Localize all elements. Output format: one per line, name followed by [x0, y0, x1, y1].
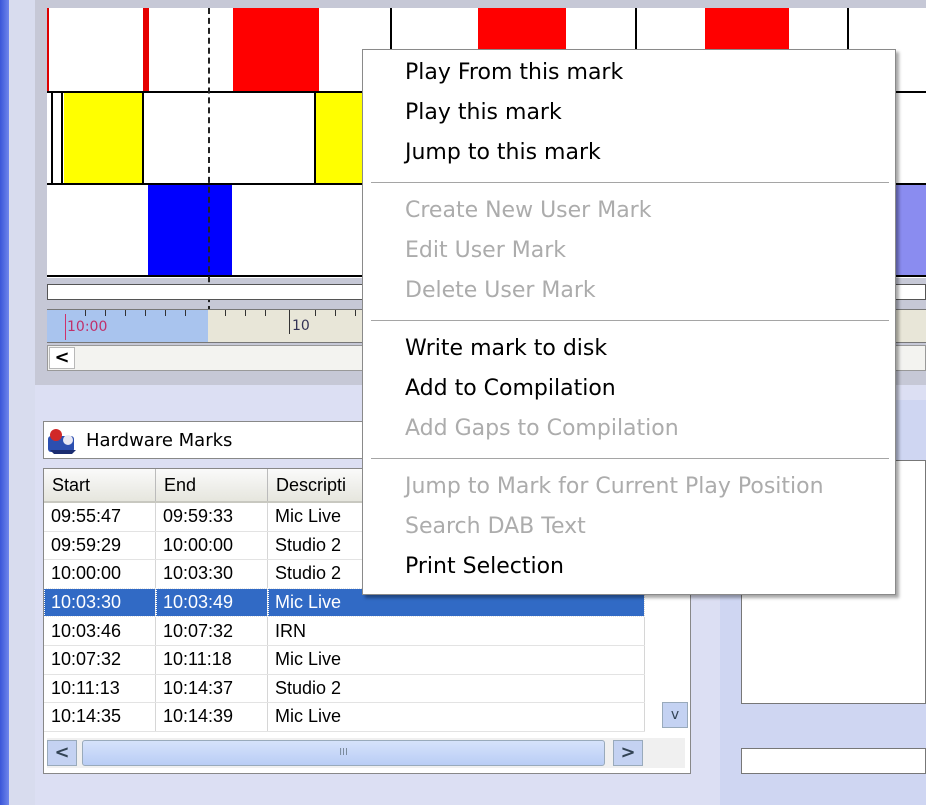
ruler-tick — [125, 310, 126, 316]
cell-desc: Mic Live — [267, 702, 645, 732]
menu-item-jump-to-this-mark[interactable]: Jump to this mark — [405, 140, 601, 165]
window-left-gutter — [9, 0, 35, 805]
track-segment-red[interactable] — [233, 8, 319, 92]
ruler-tick — [105, 310, 106, 316]
ruler-tick — [245, 310, 246, 316]
column-header-start[interactable]: Start — [44, 469, 156, 503]
cell-start: 10:03:30 — [44, 588, 156, 618]
track-divider — [142, 93, 144, 183]
right-panel-field[interactable] — [741, 748, 926, 774]
table-row[interactable]: 10:14:35 10:14:39 Mic Live — [44, 702, 645, 732]
ruler-tick — [289, 310, 290, 334]
context-menu: Play From this mark Play this mark Jump to… — [362, 49, 896, 595]
track-segment-red[interactable] — [143, 8, 149, 92]
cell-end: 10:00:00 — [155, 531, 268, 561]
track-divider — [51, 93, 53, 183]
scroll-down-arrow-icon[interactable]: v — [662, 702, 688, 728]
track-divider — [635, 8, 637, 50]
menu-item-write-mark-to-disk[interactable]: Write mark to disk — [405, 336, 607, 361]
ruler-tick — [355, 310, 356, 316]
ruler-tick — [185, 310, 186, 316]
menu-separator — [371, 182, 889, 184]
cell-desc: Studio 2 — [267, 674, 645, 704]
track-segment-yellow[interactable] — [315, 93, 363, 183]
ruler-tick — [335, 310, 336, 316]
ruler-tick — [165, 310, 166, 316]
track-divider — [390, 8, 392, 50]
menu-item-play-this-mark[interactable]: Play this mark — [405, 100, 562, 125]
cell-end: 10:14:39 — [155, 702, 268, 732]
cell-desc: IRN — [267, 616, 645, 646]
table-row[interactable]: 10:07:32 10:11:18 Mic Live — [44, 645, 645, 675]
cell-end: 10:03:49 — [155, 588, 268, 618]
menu-item-create-new-user-mark: Create New User Mark — [405, 198, 652, 223]
column-header-end[interactable]: End — [155, 469, 268, 503]
cell-end: 10:07:32 — [155, 616, 268, 646]
track-divider — [847, 8, 849, 50]
menu-item-edit-user-mark: Edit User Mark — [405, 238, 566, 263]
ruler-tick — [265, 310, 266, 316]
menu-separator — [371, 320, 889, 322]
scrollbar-thumb[interactable]: III — [82, 740, 605, 766]
menu-item-delete-user-mark: Delete User Mark — [405, 278, 596, 303]
cell-start: 10:07:32 — [44, 645, 156, 675]
scroll-left-arrow-icon[interactable]: < — [47, 740, 77, 766]
track-divider — [61, 93, 63, 183]
track-segment-lightblue[interactable] — [895, 185, 926, 275]
cell-start: 10:11:13 — [44, 674, 156, 704]
track-divider — [314, 93, 316, 183]
ruler-position-marker — [65, 314, 66, 340]
ruler-tick — [225, 310, 226, 316]
menu-item-jump-to-mark-for-current-play-position: Jump to Mark for Current Play Position — [405, 474, 824, 499]
menu-separator — [371, 458, 889, 460]
track-segment-yellow[interactable] — [64, 93, 142, 183]
cell-start: 09:55:47 — [44, 502, 156, 532]
table-row[interactable]: 10:11:13 10:14:37 Studio 2 — [44, 674, 645, 704]
ruler-tick — [315, 310, 316, 316]
track-divider — [47, 8, 49, 92]
ruler-tick — [85, 310, 86, 316]
hardware-marks-icon — [48, 429, 76, 454]
menu-item-search-dab-text: Search DAB Text — [405, 514, 586, 539]
scroll-right-arrow-icon[interactable]: > — [613, 740, 643, 766]
menu-item-add-to-compilation[interactable]: Add to Compilation — [405, 376, 616, 401]
window-left-edge — [0, 0, 9, 805]
cell-end: 10:14:37 — [155, 674, 268, 704]
track-segment-blue[interactable] — [148, 185, 232, 275]
table-row[interactable]: 10:03:46 10:07:32 IRN — [44, 616, 645, 646]
ruler-label-start: 10:00 — [67, 319, 108, 335]
menu-item-print-selection[interactable]: Print Selection — [405, 554, 564, 579]
menu-item-play-from-this-mark[interactable]: Play From this mark — [405, 60, 623, 85]
cell-start: 09:59:29 — [44, 531, 156, 561]
ruler-label-next: 10 — [292, 318, 310, 334]
scroll-left-arrow-icon[interactable]: < — [49, 347, 75, 369]
marks-panel-title: Hardware Marks — [86, 430, 233, 451]
cell-end: 10:11:18 — [155, 645, 268, 675]
cell-start: 10:00:00 — [44, 559, 156, 589]
cell-start: 10:03:46 — [44, 616, 156, 646]
ruler-tick — [145, 310, 146, 316]
playhead-line[interactable] — [208, 8, 210, 312]
cell-end: 10:03:30 — [155, 559, 268, 589]
cell-start: 10:14:35 — [44, 702, 156, 732]
cell-end: 09:59:33 — [155, 502, 268, 532]
menu-item-add-gaps-to-compilation: Add Gaps to Compilation — [405, 416, 679, 441]
cell-desc: Mic Live — [267, 645, 645, 675]
